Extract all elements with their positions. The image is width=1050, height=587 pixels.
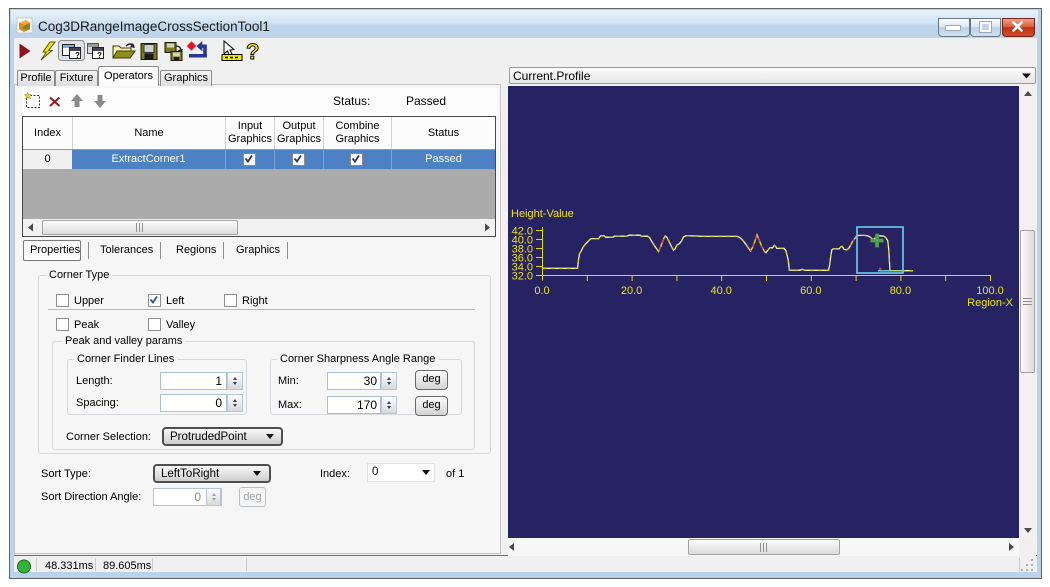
svg-text:40.0: 40.0 — [710, 285, 731, 297]
svg-text:?: ? — [97, 51, 102, 60]
svg-text:?: ? — [75, 51, 80, 60]
svg-text:?: ? — [246, 39, 259, 64]
svg-text:Region-X: Region-X — [967, 297, 1014, 309]
svg-text:100.0: 100.0 — [976, 285, 1004, 297]
svg-text:0.0: 0.0 — [534, 285, 549, 297]
svg-text:32.0: 32.0 — [512, 271, 533, 283]
svg-text:60.0: 60.0 — [800, 285, 821, 297]
svg-text:80.0: 80.0 — [890, 285, 911, 297]
svg-text:20.0: 20.0 — [621, 285, 642, 297]
svg-text:Height-Value: Height-Value — [511, 208, 574, 220]
